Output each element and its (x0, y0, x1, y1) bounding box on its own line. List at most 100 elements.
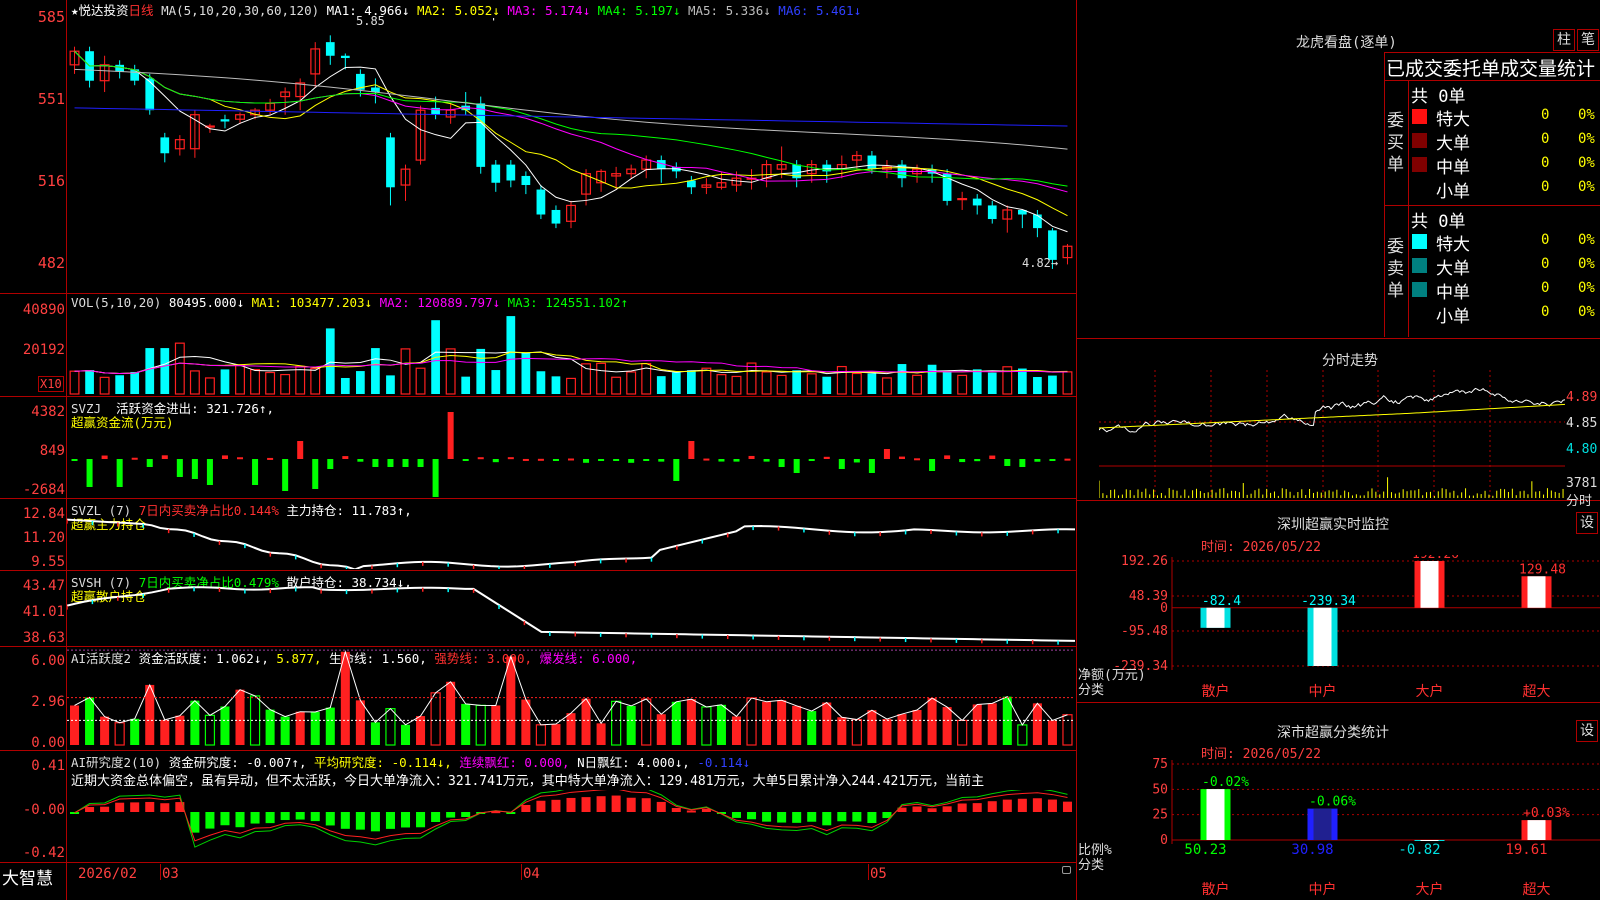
activity-bar (461, 703, 471, 745)
order-pct: 0% (1578, 304, 1595, 320)
ai2-axis-label: -0.00 (22, 802, 65, 818)
bar-3[interactable] (1521, 576, 1552, 608)
bar-value-label: -0.02% (1202, 775, 1249, 790)
bar-2[interactable] (1414, 840, 1445, 841)
monitor-settings-button[interactable]: 设 (1576, 512, 1598, 534)
candle-body (386, 137, 395, 188)
fund-flow-bar (688, 441, 695, 459)
activity-bar (656, 714, 666, 745)
bar-0[interactable] (1200, 789, 1231, 840)
bar-3[interactable] (1521, 820, 1552, 840)
research-bar (972, 803, 982, 812)
volume-bar (415, 367, 426, 395)
fund-flow-bar (823, 456, 830, 459)
volume-bar (1062, 371, 1073, 395)
color-swatch (1412, 282, 1427, 297)
fund-flow-bar (447, 412, 454, 459)
activity-bar (506, 656, 516, 745)
order-pct: 0% (1578, 232, 1595, 248)
price-axis-label: 551 (37, 90, 65, 108)
candlestick-chart[interactable]: + (67, 18, 1075, 292)
bar-1[interactable] (1307, 808, 1338, 840)
bar-percent-label: 19.61 (1505, 842, 1547, 858)
volume-chart[interactable] (67, 310, 1075, 395)
fund-flow-bar (793, 459, 800, 473)
activity-bar (596, 723, 606, 745)
color-swatch (1412, 258, 1427, 273)
fund-flow-bar (146, 459, 153, 467)
bar-1[interactable] (1307, 607, 1338, 666)
low-price-label: 4.82→ (1022, 256, 1059, 270)
research-bar (521, 804, 531, 812)
fund-flow-bar (1034, 459, 1041, 462)
research-bar (100, 806, 110, 812)
volume-bar (400, 348, 411, 395)
intraday-axis-label: 4.80 (1566, 442, 1598, 457)
color-swatch (1412, 234, 1427, 249)
volume-bar (731, 375, 742, 395)
order-pct: 0% (1578, 280, 1595, 296)
fund-flow-bar (959, 459, 966, 463)
monitor-title: 深圳超赢实时监控 (1277, 517, 1389, 533)
research-bar (160, 803, 170, 812)
volume-bar (340, 377, 350, 394)
bar-2[interactable] (1414, 561, 1445, 608)
research-bar (686, 810, 696, 813)
vol-unit-label: X10 (38, 376, 64, 392)
activity-bar (912, 709, 922, 745)
fund-activity-chart[interactable] (67, 647, 1075, 749)
activity-bar (701, 706, 712, 746)
tick-mode-button[interactable]: 笔 (1577, 29, 1599, 51)
research-bar (822, 812, 832, 826)
fund-flow-chart[interactable] (67, 397, 1075, 497)
intraday-chart[interactable] (1099, 370, 1565, 500)
dragon-title: 龙虎看盘(逐单) (1296, 35, 1397, 51)
stock-name[interactable]: ★悦达投资 (71, 3, 129, 18)
research-bar (731, 812, 742, 818)
lock-icon[interactable] (1062, 866, 1071, 874)
research-bar (280, 812, 290, 821)
main-position-chart[interactable] (67, 499, 1075, 569)
bar-percent-label: 50.23 (1184, 842, 1226, 858)
order-pct: 0% (1578, 256, 1595, 272)
bar-0[interactable] (1200, 607, 1231, 628)
fund-flow-bar (357, 459, 364, 462)
order-pct: 0% (1578, 107, 1595, 123)
volume-bar (160, 348, 170, 394)
volume-bar (566, 377, 576, 395)
stats-bar-chart[interactable]: 75 50 25 0 -0.02% 散户 -0.06% 中户 大户 +0.03% 超大 比例%分类 50… (1076, 758, 1600, 900)
monitor-bar-chart[interactable]: 192.2648.390-95.48-239.34-82.4散户-239.34中… (1076, 555, 1600, 701)
volume-bar (912, 374, 922, 395)
activity-bar (551, 724, 561, 745)
activity-bar (400, 724, 411, 745)
bar-axis-label: 50 (1152, 782, 1168, 797)
volume-bar (265, 371, 276, 395)
candle-body (521, 175, 531, 186)
bar-value-label: -82.4 (1202, 594, 1241, 609)
research-bar (385, 812, 395, 829)
activity-bar (280, 716, 290, 745)
research-bar (1047, 799, 1057, 812)
order-size-label: 中单 (1436, 158, 1470, 178)
volume-bar (596, 362, 607, 395)
stats-settings-button[interactable]: 设 (1576, 720, 1598, 742)
research-bar (957, 803, 967, 812)
activity-bar (130, 718, 140, 745)
activity-bar (340, 651, 350, 745)
brand-logo[interactable]: 大智慧 (2, 864, 53, 889)
retail-position-chart[interactable] (67, 571, 1075, 645)
fund-research-chart[interactable] (67, 790, 1075, 861)
ma6-label: MA6: (778, 3, 809, 18)
bar-mode-button[interactable]: 柱 (1553, 29, 1575, 51)
bar-y-title: 净额(万元) (1078, 668, 1146, 683)
period-label[interactable]: 日线 (129, 3, 154, 18)
candle-body (957, 198, 968, 201)
ma5-value: 5.336↓ (725, 3, 771, 18)
fund-flow-bar (1019, 459, 1026, 467)
research-bar (852, 812, 862, 822)
research-bar (370, 812, 380, 832)
order-size-label: 小单 (1436, 182, 1470, 202)
fund-flow-bar (432, 459, 439, 497)
fund-flow-bar (267, 457, 274, 460)
bar-x-title: 分类 (1078, 683, 1104, 698)
